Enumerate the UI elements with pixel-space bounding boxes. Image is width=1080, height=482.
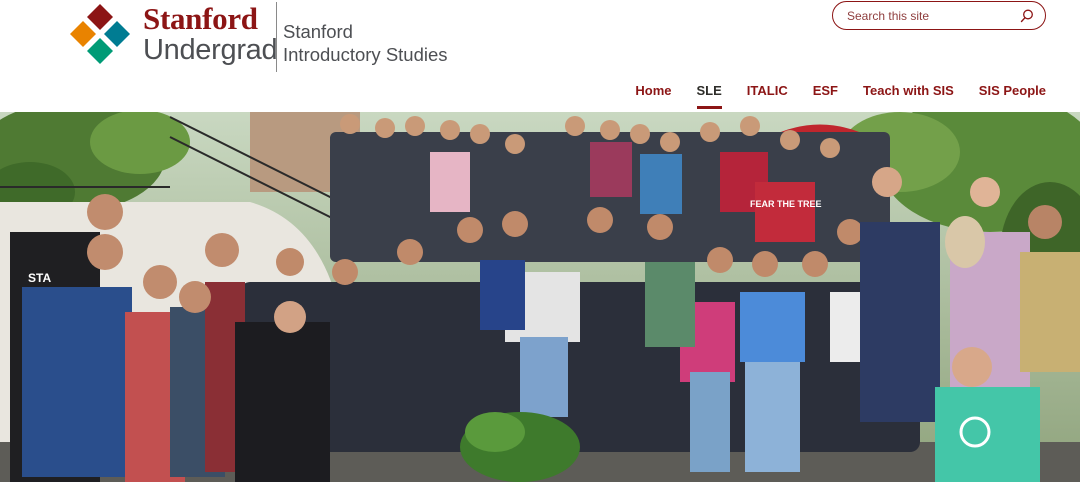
shirt-text-2: FEAR THE TREE [750, 199, 822, 209]
main-nav: Home SLE ITALIC ESF Teach with SIS SIS P… [635, 82, 1046, 109]
nav-item-teach-with-sis[interactable]: Teach with SIS [863, 82, 954, 99]
site-name: Stanford Introductory Studies [283, 20, 448, 66]
site-name-line1: Stanford [283, 21, 353, 42]
stanford-undergrad-wordmark: Stanford Undergrad [143, 1, 278, 66]
shirt-text-1: STA [28, 271, 51, 285]
search-icon [1020, 9, 1033, 23]
nav-item-home[interactable]: Home [635, 82, 671, 99]
nav-item-sis-people[interactable]: SIS People [979, 82, 1046, 99]
plant-bush [460, 412, 580, 482]
logo-divider [276, 2, 277, 72]
search-button[interactable] [1019, 8, 1035, 24]
site-name-line2: Introductory Studies [283, 44, 448, 65]
nav-item-esf[interactable]: ESF [813, 82, 838, 99]
site-header: Stanford Undergrad Stanford Introductory… [0, 0, 1080, 112]
nav-item-italic[interactable]: ITALIC [747, 82, 788, 99]
group-photo-illustration: STA FEAR THE TREE [0, 112, 1080, 482]
dog [945, 216, 985, 268]
nav-item-sle[interactable]: SLE [696, 82, 723, 109]
search-input[interactable] [847, 7, 1012, 25]
people-back-rows [330, 114, 895, 262]
wordmark-undergrad: Undergrad [143, 34, 278, 66]
wordmark-stanford: Stanford [143, 1, 258, 36]
site-logo-link[interactable]: Stanford Undergrad Stanford Introductory… [68, 1, 448, 72]
hero-group-photo: STA FEAR THE TREE [0, 112, 1080, 482]
stanford-diamond-logo-icon [70, 4, 130, 64]
site-search-form [832, 1, 1046, 30]
